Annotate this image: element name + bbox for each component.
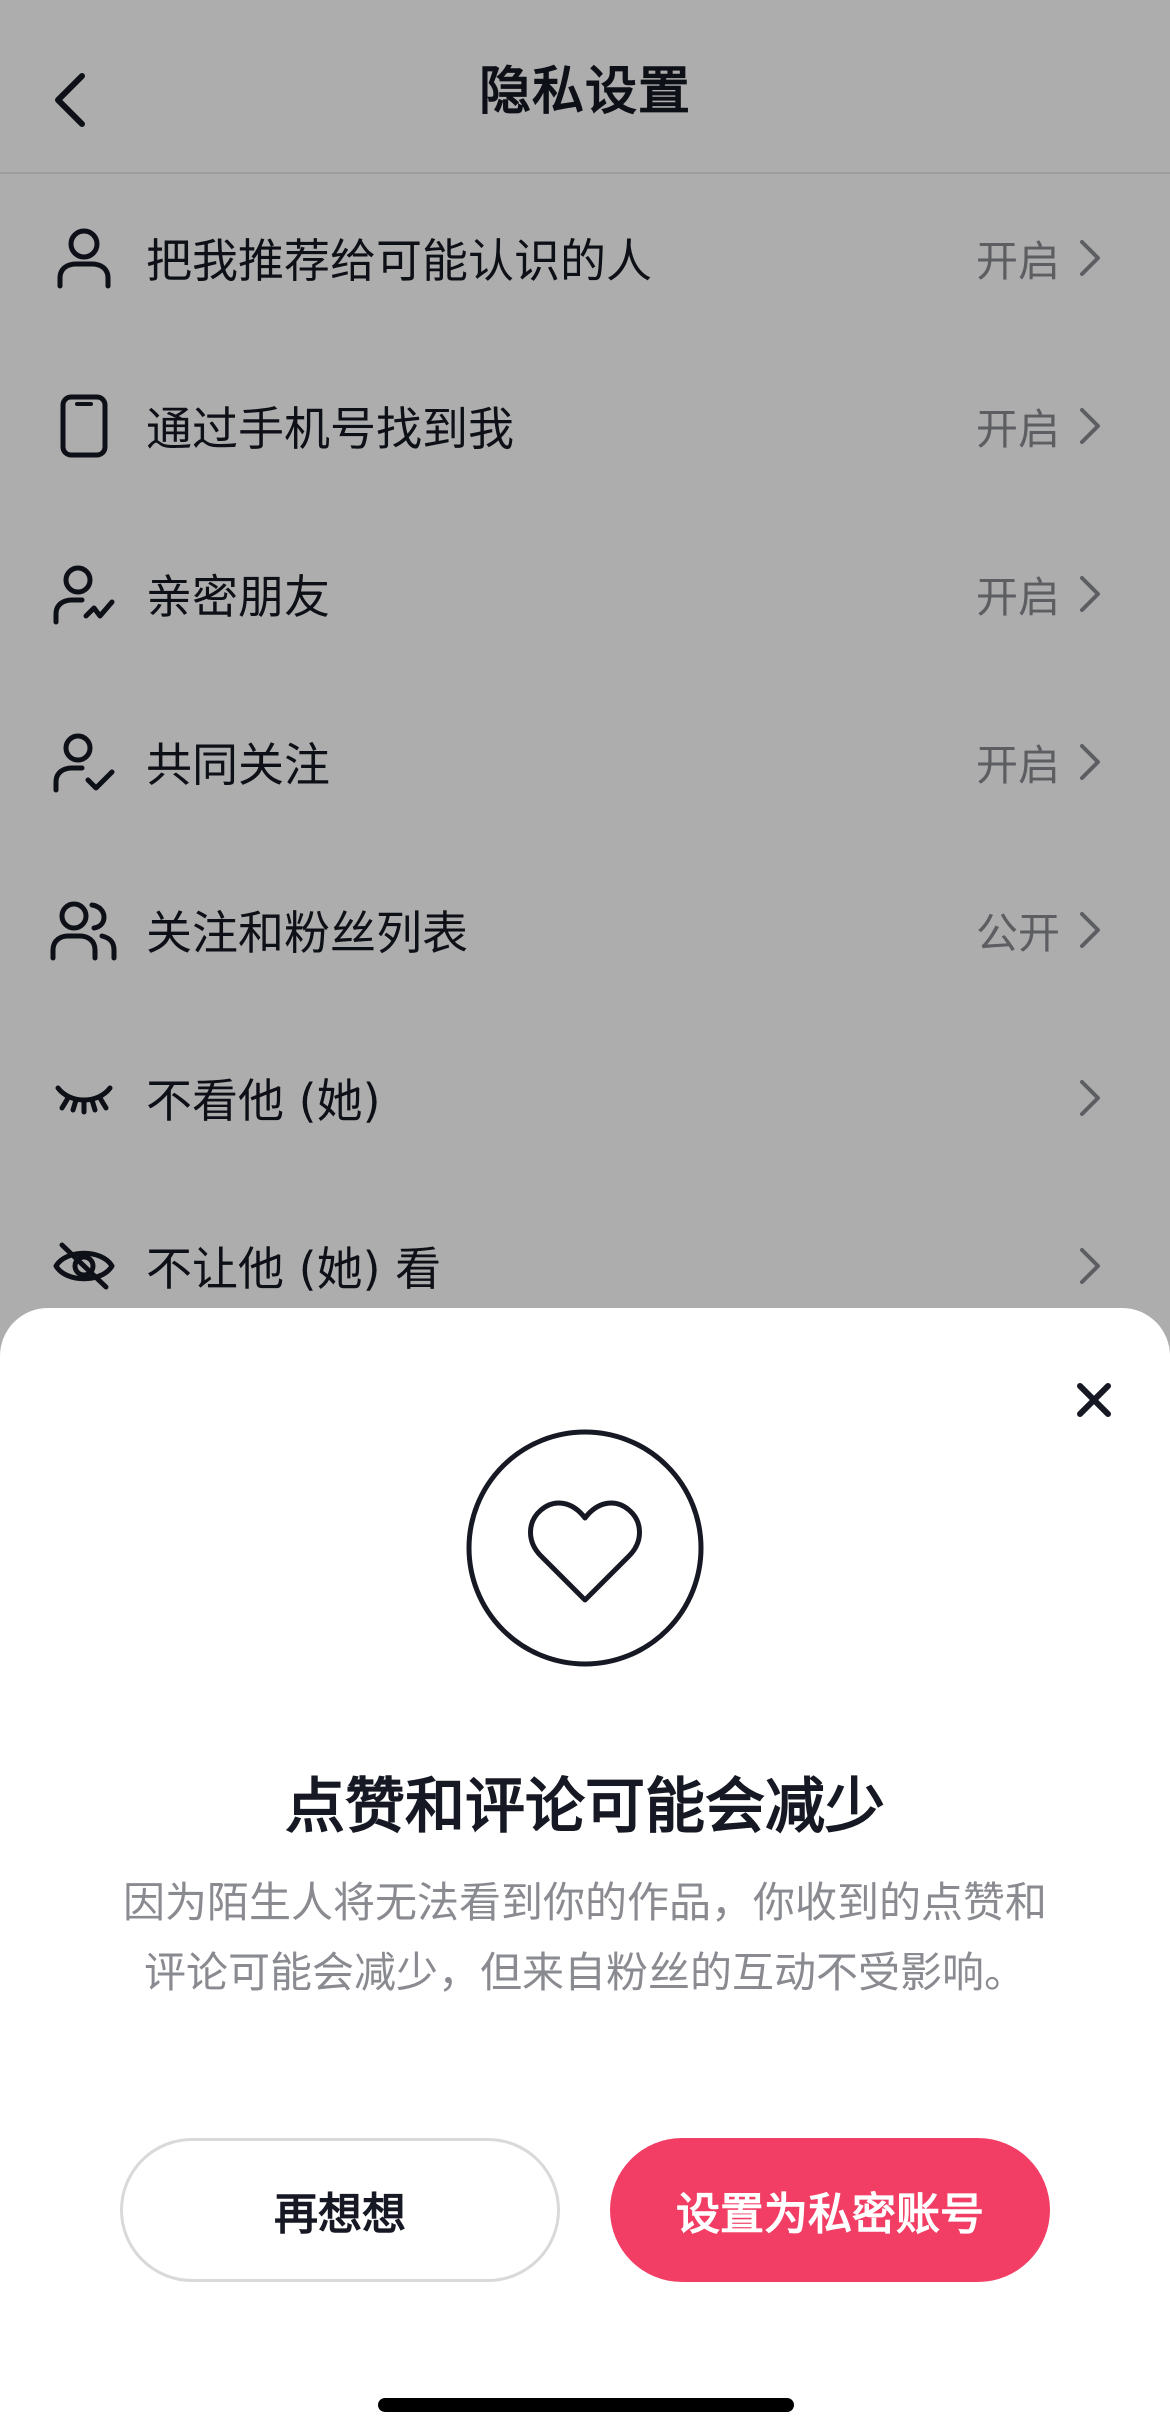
screen: 隐私设置 把我推荐给可能认识的人 开启 通过手机号找到我 开启 亲密朋友 开启 …	[0, 0, 1170, 2432]
sheet-description: 因为陌生人将无法看到你的作品，你收到的点赞和评论可能会减少，但来自粉丝的互动不受…	[122, 1878, 1047, 1997]
home-indicator	[378, 2398, 794, 2412]
reconsider-button[interactable]: 再想想	[120, 2138, 560, 2282]
heart-icon	[466, 1429, 704, 1667]
sheet-title: 点赞和评论可能会减少	[285, 1772, 885, 1842]
set-private-account-button[interactable]: 设置为私密账号	[610, 2138, 1050, 2282]
private-account-sheet: 点赞和评论可能会减少 因为陌生人将无法看到你的作品，你收到的点赞和评论可能会减少…	[0, 1308, 1170, 2432]
close-icon	[1077, 1383, 1111, 1417]
close-button[interactable]	[1064, 1370, 1124, 1430]
